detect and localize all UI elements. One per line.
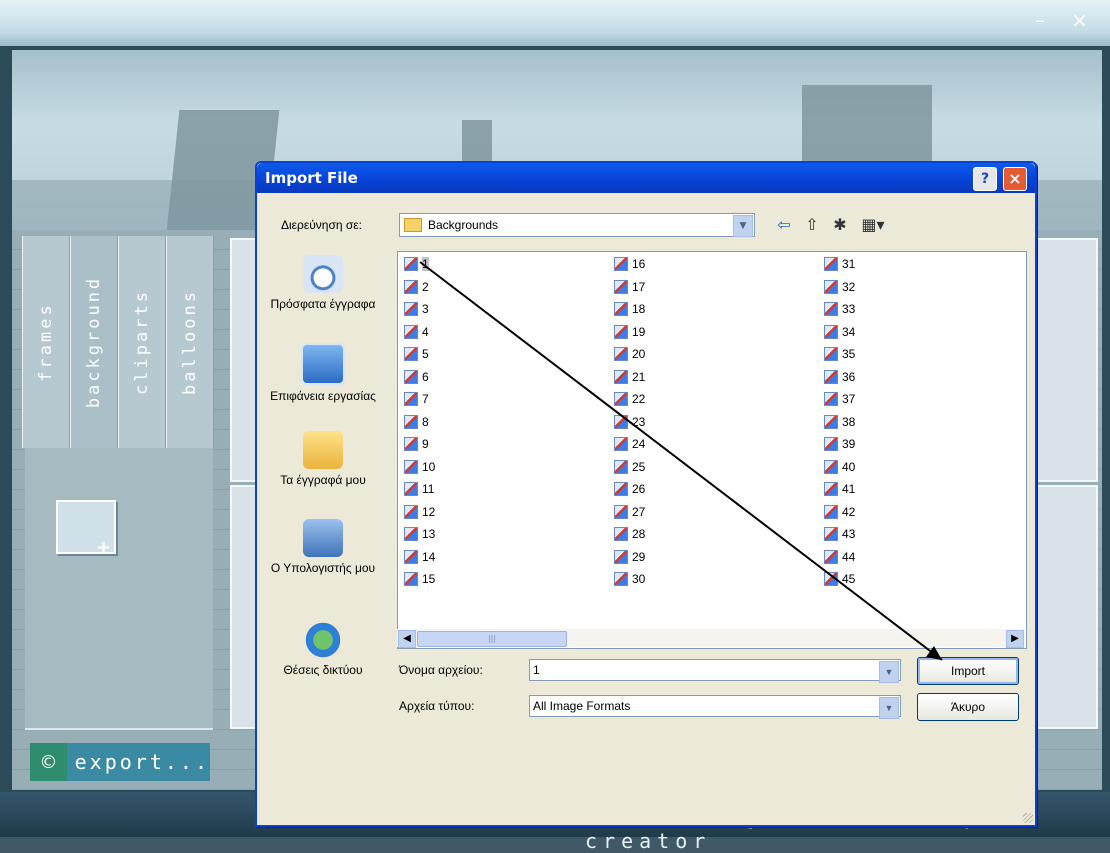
arrow-line [419, 261, 943, 661]
arrow-head-icon [926, 646, 942, 660]
annotation-arrow [419, 261, 943, 661]
